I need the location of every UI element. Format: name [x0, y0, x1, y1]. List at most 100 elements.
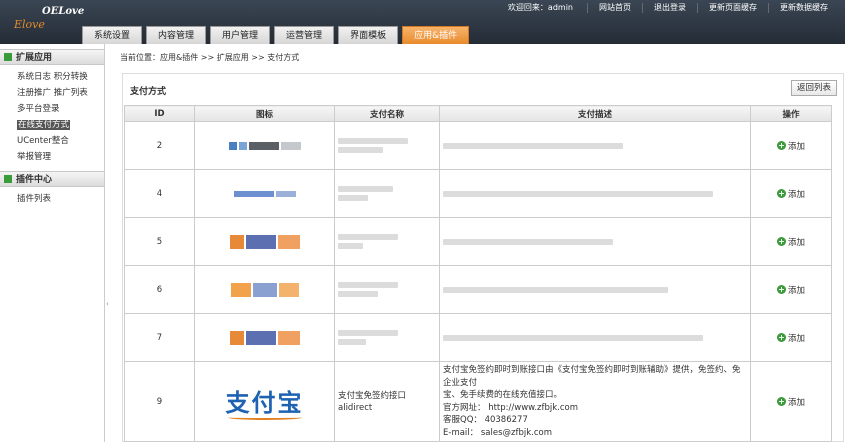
alipay-logo: 支付宝	[195, 383, 334, 420]
add-button[interactable]: + 添加	[776, 332, 805, 344]
row-desc: 支付宝免签约即时到账接口由《支付宝免签约即时到账辅助》提供，免签约、免企业支付 …	[439, 361, 751, 442]
sidebar: 扩展应用 系统日志 积分转换 注册推广 推广列表 多平台登录 在线支付方式 UC…	[0, 44, 105, 442]
row-id: 9	[124, 361, 195, 442]
row-desc	[439, 169, 751, 218]
row-icon: 支付宝	[194, 361, 335, 442]
col-header-id: ID	[124, 105, 195, 122]
payment-logo-image	[220, 132, 310, 160]
payment-panel: 支付方式 返回列表 ID 图标 支付名称 支付描述 操作 2 + 添加 4 + …	[122, 73, 844, 442]
row-id: 6	[124, 265, 195, 314]
add-label: 添加	[787, 141, 805, 152]
plus-icon: +	[776, 397, 786, 406]
sidebar-item-label: 在线支付方式	[17, 120, 71, 130]
row-desc	[439, 217, 751, 266]
payment-logo-image	[220, 276, 310, 304]
row-action: + 添加	[750, 313, 832, 362]
row-icon	[194, 121, 335, 170]
plus-icon: +	[776, 285, 786, 294]
tab-operations[interactable]: 运营管理	[274, 26, 335, 44]
add-button[interactable]: + 添加	[776, 284, 805, 296]
link-logout[interactable]: 退出登录	[642, 3, 697, 13]
add-button[interactable]: + 添加	[776, 140, 805, 152]
sidebar-section-extensions[interactable]: 扩展应用	[0, 49, 104, 65]
link-refresh-page-cache[interactable]: 更新页面缓存	[697, 3, 768, 13]
sidebar-section-plugins[interactable]: 插件中心	[0, 171, 104, 187]
add-button[interactable]: + 添加	[776, 236, 805, 248]
tab-system-settings[interactable]: 系统设置	[82, 26, 143, 44]
row-name	[334, 313, 440, 362]
minus-icon	[4, 175, 12, 183]
row-id: 5	[124, 217, 195, 266]
row-name	[334, 265, 440, 314]
row-action: + 添加	[750, 169, 832, 218]
tab-user-management[interactable]: 用户管理	[210, 26, 271, 44]
app-logo[interactable]: OELove Elove	[8, 6, 84, 34]
sidebar-collapse-handle[interactable]: ‹	[106, 300, 112, 324]
desc-email: E-mail： sales@zfbjk.com	[443, 427, 552, 438]
row-name	[334, 217, 440, 266]
top-header: OELove Elove 欢迎回来：admin 网站首页 退出登录 更新页面缓存…	[0, 0, 845, 44]
tab-apps-plugins[interactable]: 应用&插件	[402, 26, 470, 44]
row-name	[334, 121, 440, 170]
row-icon	[194, 169, 335, 218]
col-header-desc: 支付描述	[439, 105, 751, 122]
row-icon	[194, 217, 335, 266]
sidebar-item-online-payment[interactable]: 在线支付方式	[17, 117, 104, 133]
row-action: + 添加	[750, 217, 832, 266]
plus-icon: +	[776, 141, 786, 150]
add-button[interactable]: + 添加	[776, 396, 805, 408]
add-button[interactable]: + 添加	[776, 188, 805, 200]
row-id: 7	[124, 313, 195, 362]
add-label: 添加	[787, 189, 805, 200]
sidebar-item-multi-login[interactable]: 多平台登录	[17, 101, 104, 117]
row-desc	[439, 121, 751, 170]
payment-logo-image	[220, 180, 310, 208]
payment-table: ID 图标 支付名称 支付描述 操作 2 + 添加 4 + 添加 5 + 添加 …	[124, 105, 832, 442]
payment-name: 支付宝免签约接口	[338, 390, 407, 401]
sidebar-item-ucenter[interactable]: UCenter整合	[17, 133, 104, 149]
desc-website: 官方网址： http://www.zfbjk.com	[443, 402, 579, 413]
add-label: 添加	[787, 333, 805, 344]
add-label: 添加	[787, 285, 805, 296]
sidebar-section-title: 扩展应用	[16, 53, 53, 63]
main-nav: 系统设置 内容管理 用户管理 运营管理 界面模板 应用&插件	[82, 26, 470, 44]
col-header-name: 支付名称	[334, 105, 440, 122]
top-links: 欢迎回来：admin 网站首页 退出登录 更新页面缓存 更新数据缓存	[497, 3, 839, 13]
sidebar-item-reg-promotion[interactable]: 注册推广 推广列表	[17, 85, 104, 101]
row-id: 2	[124, 121, 195, 170]
link-site-home[interactable]: 网站首页	[587, 3, 642, 13]
back-to-list-button[interactable]: 返回列表	[791, 80, 838, 96]
row-desc	[439, 265, 751, 314]
row-action: + 添加	[750, 121, 832, 170]
plus-icon: +	[776, 237, 786, 246]
logo-main-text: OELove	[42, 6, 85, 17]
tab-content-management[interactable]: 内容管理	[146, 26, 207, 44]
row-name: 支付宝免签约接口 alidirect	[334, 361, 440, 442]
tab-templates[interactable]: 界面模板	[338, 26, 399, 44]
plus-icon: +	[776, 333, 786, 342]
row-name	[334, 169, 440, 218]
add-label: 添加	[787, 397, 805, 408]
sidebar-item-plugin-list[interactable]: 插件列表	[17, 191, 104, 207]
table-row: 5 + 添加	[124, 217, 832, 266]
desc-line: 宝、免手续费的在线充值接口。	[443, 390, 563, 400]
breadcrumb: 当前位置：应用&插件 >> 扩展应用 >> 支付方式	[120, 53, 300, 62]
add-label: 添加	[787, 237, 805, 248]
table-row: 7 + 添加	[124, 313, 832, 362]
plus-icon: +	[776, 189, 786, 198]
payment-logo-image	[220, 324, 310, 352]
payment-code: alidirect	[338, 402, 373, 413]
sidebar-item-logs-points[interactable]: 系统日志 积分转换	[17, 69, 104, 85]
row-desc	[439, 313, 751, 362]
link-refresh-data-cache[interactable]: 更新数据缓存	[768, 3, 839, 13]
table-row: 4 + 添加	[124, 169, 832, 218]
row-action: + 添加	[750, 265, 832, 314]
main-content: 当前位置：应用&插件 >> 扩展应用 >> 支付方式 支付方式 返回列表 ID …	[113, 44, 845, 442]
welcome-text: 欢迎回来：admin	[507, 3, 573, 12]
table-row: 6 + 添加	[124, 265, 832, 314]
table-row-alipay: 9 支付宝 支付宝免签约接口 alidirect 支付宝免签约即时到账接口由《支…	[124, 361, 832, 442]
table-row: 2 + 添加	[124, 121, 832, 170]
desc-qq: 客服QQ： 40386277	[443, 415, 528, 425]
sidebar-item-reports[interactable]: 举报管理	[17, 149, 104, 165]
sidebar-section-title: 插件中心	[16, 175, 53, 185]
